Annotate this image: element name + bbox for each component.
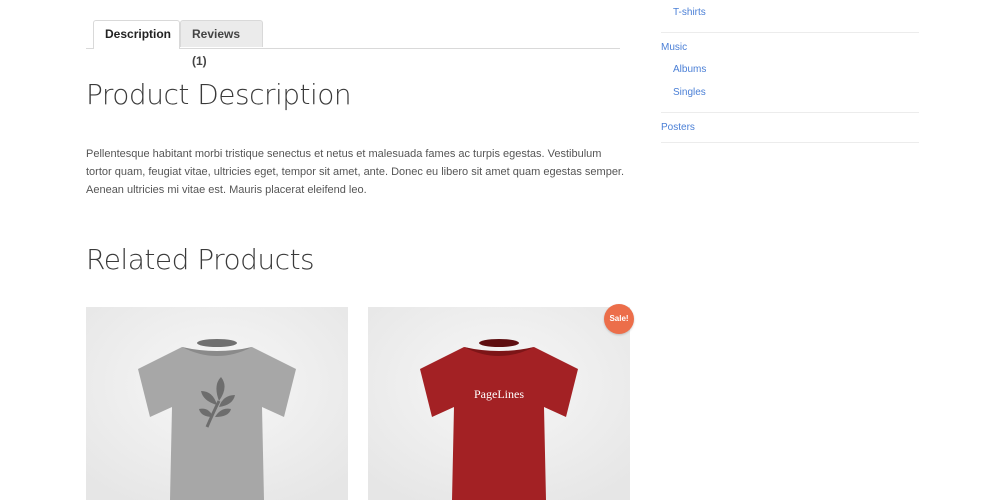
related-product-grey-tshirt[interactable] [86,307,348,500]
sidebar-divider [661,32,919,33]
sale-badge: Sale! [604,304,634,334]
sidebar-link-singles[interactable]: Singles [673,87,706,98]
red-tshirt-image [368,307,630,500]
related-product-red-tshirt[interactable]: PageLines [368,307,630,500]
related-products-title: Related Products [86,243,315,276]
tab-description[interactable]: Description [93,20,180,49]
sidebar-link-albums[interactable]: Albums [673,64,706,75]
product-description-text: Pellentesque habitant morbi tristique se… [86,148,625,196]
leaf-icon [199,377,235,428]
sidebar-link-posters[interactable]: Posters [661,122,695,133]
sidebar-divider [661,142,919,143]
sidebar-link-music[interactable]: Music [661,42,687,53]
product-tabs: Description Reviews (1) [86,20,620,68]
sidebar-divider [661,112,919,113]
tab-reviews[interactable]: Reviews (1) [180,20,263,68]
sidebar-link-tshirts[interactable]: T-shirts [673,7,706,18]
product-description-title: Product Description [86,78,352,111]
shirt-print-text: PageLines [474,387,524,401]
